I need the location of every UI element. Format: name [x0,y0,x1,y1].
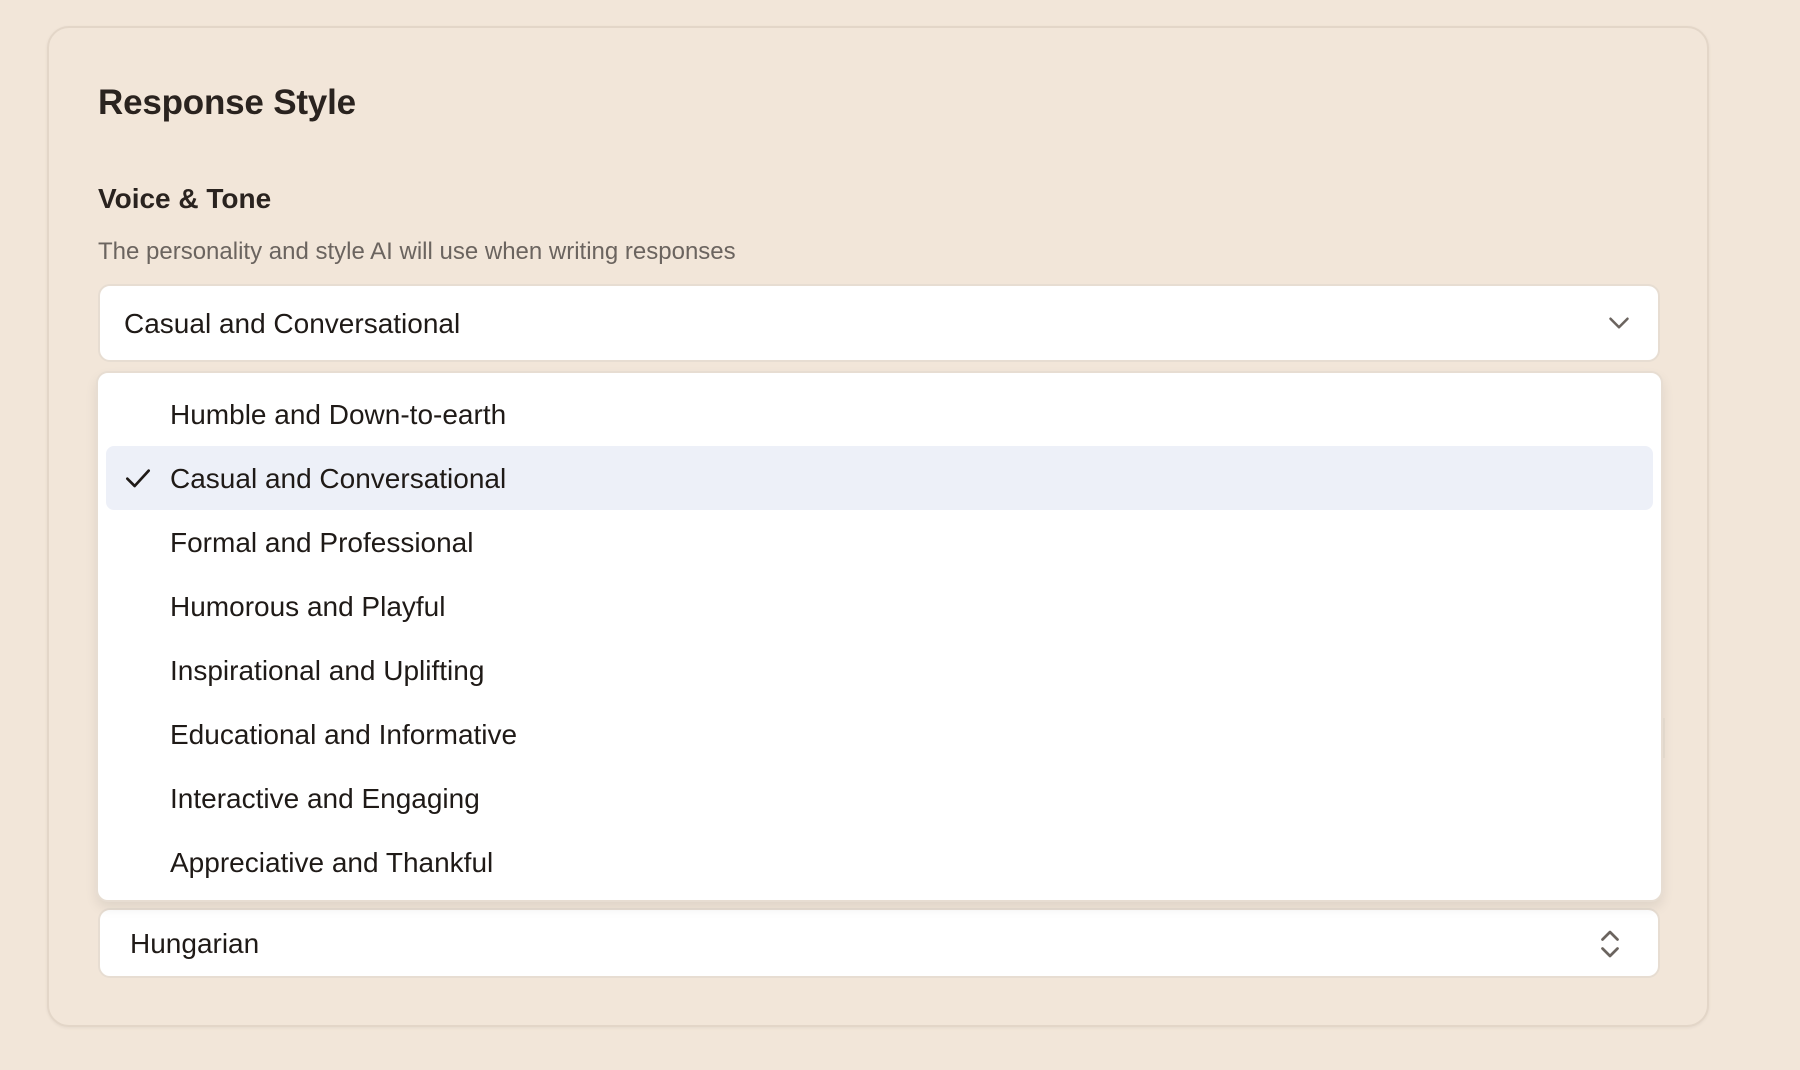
chevron-down-icon [1609,317,1629,329]
option-label: Casual and Conversational [170,463,507,494]
option-educational-and-informative[interactable]: Educational and Informative [106,702,1653,766]
voice-tone-select[interactable]: Casual and Conversational [98,284,1660,362]
option-label: Appreciative and Thankful [170,847,494,878]
check-icon [126,469,150,488]
option-humorous-and-playful[interactable]: Humorous and Playful [106,574,1653,638]
option-appreciative-and-thankful[interactable]: Appreciative and Thankful [106,830,1653,894]
chevron-up-down-icon [1601,930,1619,958]
option-label: Humble and Down-to-earth [170,399,507,430]
option-label: Interactive and Engaging [170,783,480,814]
option-label: Humorous and Playful [170,591,446,622]
language-select[interactable]: Hungarian [98,908,1660,978]
option-label: Formal and Professional [170,527,474,558]
option-inspirational-and-uplifting[interactable]: Inspirational and Uplifting [106,638,1653,702]
voice-tone-label: Voice & Tone [98,183,272,214]
option-formal-and-professional[interactable]: Formal and Professional [106,510,1653,574]
card-title: Response Style [98,83,356,122]
option-label: Educational and Informative [170,719,518,750]
voice-tone-description: The personality and style AI will use wh… [98,238,736,265]
option-label: Inspirational and Uplifting [170,655,485,686]
option-casual-and-conversational[interactable]: Casual and Conversational [106,446,1653,510]
voice-tone-options-menu: Humble and Down-to-earth Casual and Conv… [96,371,1663,902]
language-selected-value: Hungarian [130,928,260,959]
option-humble-and-down-to-earth[interactable]: Humble and Down-to-earth [106,382,1653,446]
option-interactive-and-engaging[interactable]: Interactive and Engaging [106,766,1653,830]
voice-tone-selected-value: Casual and Conversational [124,308,461,339]
